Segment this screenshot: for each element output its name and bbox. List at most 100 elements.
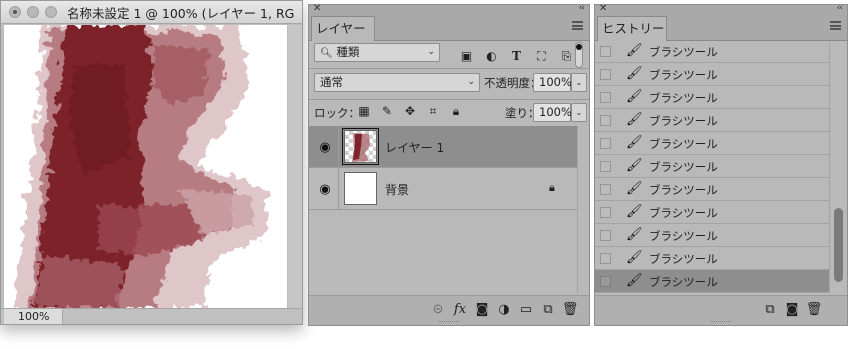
layer-list: ◉ レイヤー 1 ◉ 背景 🔒︎ [309,126,589,294]
history-state[interactable]: 🖌︎ ブラシツール [595,109,829,132]
divider [338,168,339,210]
history-state-label: ブラシツール [649,91,718,105]
document-vertical-scrollbar[interactable] [288,25,302,308]
history-source-checkbox[interactable] [600,138,611,149]
collapse-panel-icon[interactable]: ‹‹ [579,3,585,13]
layer-row[interactable]: ◉ レイヤー 1 [309,126,577,168]
snapshot-icon[interactable]: ◙ [781,302,803,317]
history-state[interactable]: 🖌︎ ブラシツール [595,42,829,63]
layer-row[interactable]: ◉ 背景 🔒︎ [309,168,577,210]
brush-icon: 🖌︎ [626,273,643,288]
panel-menu-icon[interactable] [572,21,583,30]
adjustment-filter-icon[interactable]: ◐ [479,48,504,64]
brush-icon: 🖌︎ [626,227,643,242]
chevron-down-icon: ⌄ [427,47,435,57]
type-filter-icon[interactable]: T [504,48,529,64]
mask-icon[interactable]: ◙ [471,302,493,317]
history-source-checkbox[interactable] [600,230,611,241]
shape-filter-icon[interactable]: ⛶ [529,48,554,64]
history-state-current[interactable]: 🖌︎ ブラシツール [595,270,829,293]
collapse-panel-icon[interactable]: ‹‹ [837,3,843,13]
resize-grip[interactable] [711,321,731,324]
history-state[interactable]: 🖌︎ ブラシツール [595,155,829,178]
document-titlebar[interactable]: 名称未設定 1 @ 100% (レイヤー 1, RG... [1,1,302,24]
opacity-field[interactable]: 100% [533,73,572,92]
trash-icon[interactable]: 🗑︎ [559,302,581,317]
history-source-checkbox[interactable] [600,46,611,57]
divider [309,68,589,69]
lock-label: ロック： [314,106,360,120]
layers-panel-header: ✕ ‹‹ レイヤー [309,3,589,41]
folder-icon[interactable]: ▭ [515,302,537,317]
divider [309,99,589,100]
fill-slider-button[interactable]: ⌄ [571,103,587,122]
history-source-checkbox[interactable] [600,92,611,103]
history-state[interactable]: 🖌︎ ブラシツール [595,201,829,224]
history-source-checkbox[interactable] [600,276,611,287]
history-state[interactable]: 🖌︎ ブラシツール [595,63,829,86]
history-source-checkbox[interactable] [600,161,611,172]
lock-artboard-icon[interactable]: ⌗ [425,104,441,119]
history-state-label: ブラシツール [649,206,718,220]
close-window-button[interactable] [9,6,21,18]
lock-all-icon[interactable]: 🔒︎ [448,104,464,119]
link-icon[interactable]: ⊝ [427,302,449,317]
zoom-window-button[interactable] [45,6,57,18]
history-state-label: ブラシツール [649,160,718,174]
eye-icon[interactable]: ◉ [317,140,333,155]
trash-icon[interactable]: 🗑︎ [803,302,825,317]
new-layer-icon[interactable]: ⧉ [537,302,559,317]
lock-pixels-icon[interactable]: ✎ [379,104,395,119]
new-document-from-state-icon[interactable]: ⧉ [759,302,781,317]
canvas[interactable] [4,25,287,308]
close-panel-icon[interactable]: ✕ [599,3,607,14]
history-state-label: ブラシツール [649,275,718,289]
minimize-window-button[interactable] [27,6,39,18]
scrollbar-thumb[interactable] [834,208,843,282]
filter-icons: ▣ ◐ T ⛶ ⎘ [454,48,579,64]
lock-icon[interactable]: 🔒︎ [549,181,555,195]
brush-icon: 🖌︎ [626,89,643,104]
tab-history[interactable]: ヒストリー [597,16,667,41]
history-vertical-scrollbar[interactable] [829,42,847,294]
history-state[interactable]: 🖌︎ ブラシツール [595,247,829,270]
blend-mode-select[interactable]: 通常 ⌄ [314,73,480,92]
layer-thumbnail [344,172,377,205]
zoom-level-field[interactable]: 100% [4,309,63,324]
layers-footer-icons: ⊝ fx ◙ ◑ ▭ ⧉ 🗑︎ [427,302,581,317]
lock-transparency-icon[interactable]: ▦ [356,104,372,119]
filter-toggle[interactable] [575,42,583,68]
layer-name[interactable]: レイヤー 1 [385,139,444,156]
tab-layers[interactable]: レイヤー [311,16,375,41]
layers-panel-footer: ⊝ fx ◙ ◑ ▭ ⧉ 🗑︎ [309,295,589,325]
history-source-checkbox[interactable] [600,207,611,218]
history-state-label: ブラシツール [649,252,718,266]
history-state[interactable]: 🖌︎ ブラシツール [595,132,829,155]
adjustment-icon[interactable]: ◑ [493,302,515,317]
layers-vertical-scrollbar[interactable] [577,126,589,294]
history-state[interactable]: 🖌︎ ブラシツール [595,224,829,247]
history-source-checkbox[interactable] [600,115,611,126]
history-source-checkbox[interactable] [600,253,611,264]
filter-kind-select[interactable]: 🔍︎ 種類 ⌄ [314,43,440,62]
image-filter-icon[interactable]: ▣ [454,48,479,64]
layer-name[interactable]: 背景 [385,181,409,198]
opacity-slider-button[interactable]: ⌄ [571,73,587,92]
close-panel-icon[interactable]: ✕ [313,3,321,14]
fill-field[interactable]: 100% [533,103,572,122]
history-state[interactable]: 🖌︎ ブラシツール [595,178,829,201]
brush-icon: 🖌︎ [626,204,643,219]
history-list: 🖌︎ ブラシツール 🖌︎ ブラシツール 🖌︎ ブラシツール 🖌︎ ブラシツール … [595,42,847,294]
document-title: 名称未設定 1 @ 100% (レイヤー 1, RG... [67,5,295,21]
lock-position-icon[interactable]: ✥ [402,104,418,119]
history-state[interactable]: 🖌︎ ブラシツール [595,86,829,109]
blend-mode-label: 通常 [320,75,343,89]
resize-grip[interactable] [439,321,459,324]
eye-icon[interactable]: ◉ [317,182,333,197]
brush-icon: 🖌︎ [626,66,643,81]
panel-menu-icon[interactable] [830,21,841,30]
history-source-checkbox[interactable] [600,69,611,80]
fx-icon[interactable]: fx [449,302,471,317]
history-source-checkbox[interactable] [600,184,611,195]
brush-icon: 🖌︎ [626,181,643,196]
